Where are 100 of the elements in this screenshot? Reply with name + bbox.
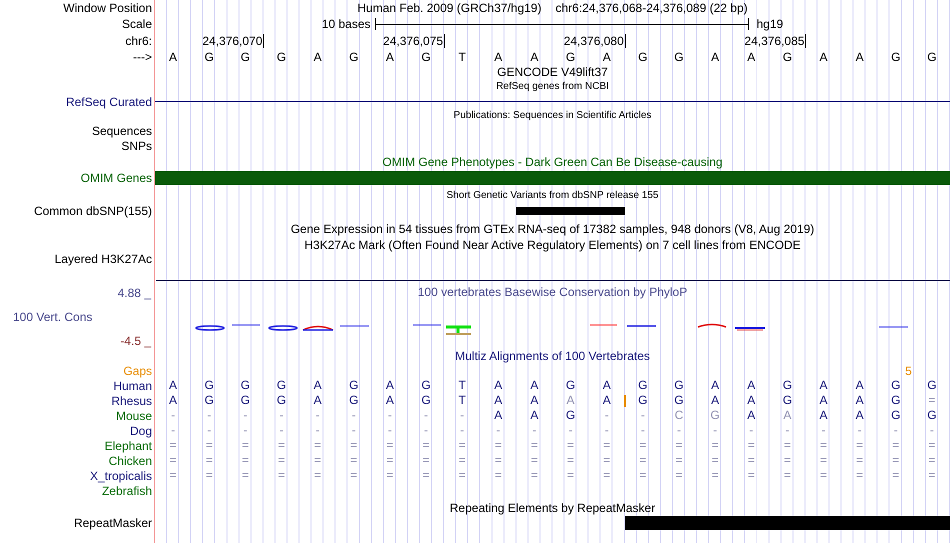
axis-max-label: 4.88 _ bbox=[118, 286, 152, 300]
base-letter: = bbox=[712, 453, 719, 467]
base-letter: A bbox=[566, 393, 575, 407]
track-label: Layered H3K27Ac bbox=[54, 252, 153, 266]
assembly-name: hg19 bbox=[756, 17, 784, 31]
base-letter: = bbox=[278, 468, 285, 482]
base-letter: G bbox=[674, 378, 684, 392]
base-letter: A bbox=[711, 393, 720, 407]
base-letter: = bbox=[278, 438, 285, 452]
base-letter: - bbox=[894, 423, 898, 437]
base-letter: = bbox=[892, 468, 900, 482]
base-letter: - bbox=[496, 423, 500, 437]
base-letter: = bbox=[712, 468, 719, 482]
base-letter: - bbox=[749, 423, 754, 437]
base-letter: - bbox=[388, 408, 392, 422]
base-letter: = bbox=[458, 438, 466, 452]
base-letter: = bbox=[314, 438, 322, 452]
base-letter: = bbox=[928, 393, 936, 407]
base-letter: = bbox=[784, 438, 791, 452]
base-letter: - bbox=[532, 423, 536, 437]
base-letter: = bbox=[639, 453, 646, 467]
base-letter: G bbox=[891, 393, 900, 407]
base-letter: G bbox=[927, 408, 937, 422]
track-label: OMIM Genes bbox=[80, 170, 153, 184]
base-letter: = bbox=[639, 468, 646, 482]
base-letter: = bbox=[350, 453, 358, 467]
base-letter: A bbox=[493, 50, 504, 64]
base-letter: = bbox=[206, 468, 213, 482]
base-letter: A bbox=[711, 378, 720, 392]
base-letter: G bbox=[782, 50, 794, 64]
base-letter: = bbox=[170, 453, 177, 467]
base-letter: G bbox=[637, 50, 648, 64]
base-letter: A bbox=[169, 378, 178, 392]
base-letter: = bbox=[892, 453, 900, 467]
base-letter: = bbox=[856, 438, 864, 452]
base-letter: = bbox=[567, 468, 574, 482]
base-letter: = bbox=[494, 453, 502, 467]
track-title: Repeating Elements by RepeatMasker bbox=[450, 501, 656, 515]
base-letter: - bbox=[316, 408, 320, 422]
base-letter: G bbox=[674, 393, 684, 407]
base-letter: - bbox=[207, 408, 212, 422]
track-label: Sequences bbox=[92, 124, 153, 138]
base-letter: = bbox=[748, 438, 755, 452]
base-letter: T bbox=[458, 393, 466, 407]
species-label: Human bbox=[113, 378, 153, 392]
strand-arrow: ---> bbox=[133, 50, 153, 64]
base-letter: A bbox=[494, 408, 502, 422]
track-label: Gaps bbox=[123, 364, 153, 378]
base-letter: = bbox=[458, 453, 466, 467]
base-letter: = bbox=[386, 468, 394, 482]
base-letter: A bbox=[820, 378, 828, 392]
base-letter: - bbox=[460, 423, 464, 437]
base-letter: = bbox=[314, 453, 322, 467]
base-letter: G bbox=[421, 393, 431, 407]
base-letter: = bbox=[892, 438, 900, 452]
species-label: Zebrafish bbox=[102, 484, 153, 498]
base-letter: = bbox=[422, 468, 430, 482]
base-letter: A bbox=[747, 378, 756, 392]
base-letter: - bbox=[171, 408, 176, 422]
base-letter: G bbox=[638, 393, 648, 407]
base-letter: G bbox=[638, 378, 648, 392]
base-letter: = bbox=[675, 453, 682, 467]
base-letter: = bbox=[530, 453, 538, 467]
base-letter: - bbox=[640, 423, 645, 437]
base-letter: A bbox=[169, 393, 178, 407]
base-letter: = bbox=[928, 438, 936, 452]
base-letter: - bbox=[279, 408, 284, 422]
base-letter: A bbox=[820, 408, 828, 422]
base-letter: = bbox=[530, 438, 538, 452]
base-letter: = bbox=[603, 453, 610, 467]
species-label: Elephant bbox=[104, 438, 153, 452]
base-letter: G bbox=[926, 50, 938, 64]
scale-length: 10 bases bbox=[322, 17, 370, 31]
base-letter: = bbox=[386, 438, 394, 452]
base-letter: T bbox=[457, 50, 467, 64]
base-letter: G bbox=[566, 378, 576, 392]
species-label: Rhesus bbox=[111, 394, 153, 408]
base-letter: = bbox=[242, 438, 249, 452]
base-letter: A bbox=[747, 408, 756, 422]
base-letter: A bbox=[854, 50, 865, 64]
base-letter: G bbox=[204, 393, 214, 407]
base-letter: = bbox=[206, 453, 213, 467]
base-letter: G bbox=[348, 50, 360, 64]
base-letter: G bbox=[204, 50, 215, 64]
track-label: 100 Vert. Cons bbox=[12, 310, 92, 324]
track-title: GENCODE V49lift37 bbox=[497, 64, 608, 78]
base-letter: T bbox=[458, 378, 466, 392]
base-letter: G bbox=[782, 378, 792, 392]
base-letter: A bbox=[386, 393, 394, 407]
base-letter: A bbox=[710, 50, 720, 64]
base-letter: - bbox=[604, 423, 609, 437]
base-letter: = bbox=[784, 453, 791, 467]
base-letter: = bbox=[820, 438, 828, 452]
ruler-tick: 24,376,085 bbox=[744, 34, 806, 48]
base-letter: G bbox=[349, 378, 358, 392]
base-letter: A bbox=[856, 393, 864, 407]
base-letter: A bbox=[530, 393, 538, 407]
base-letter: G bbox=[276, 378, 286, 392]
base-letter: - bbox=[858, 423, 862, 437]
base-letter: A bbox=[746, 50, 756, 64]
